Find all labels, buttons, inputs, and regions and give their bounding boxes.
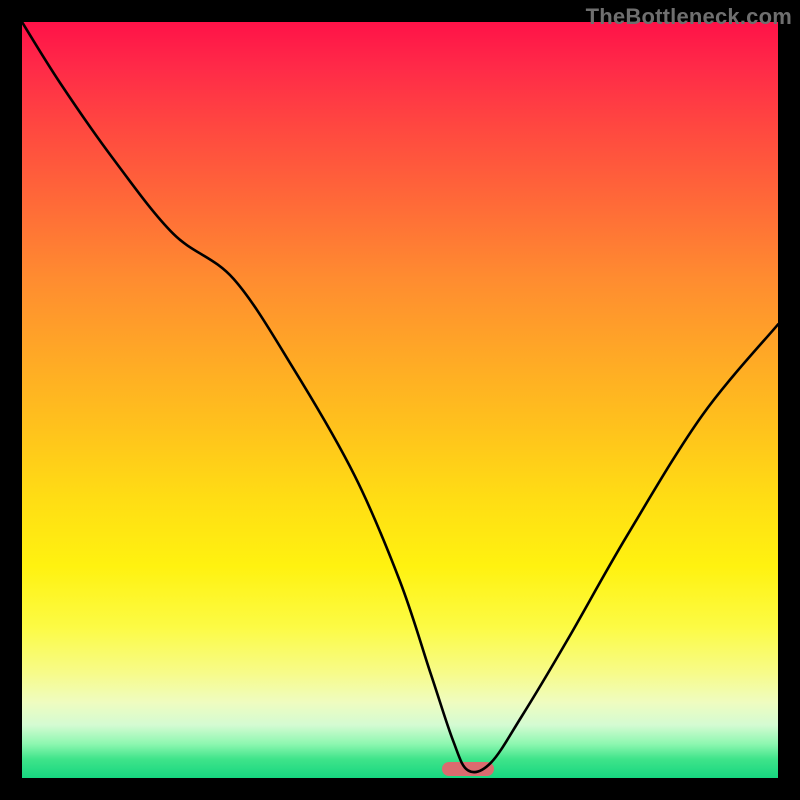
chart-stage: TheBottleneck.com	[0, 0, 800, 800]
plot-area	[22, 22, 778, 778]
bottleneck-curve	[22, 22, 778, 778]
watermark-text: TheBottleneck.com	[586, 4, 792, 30]
